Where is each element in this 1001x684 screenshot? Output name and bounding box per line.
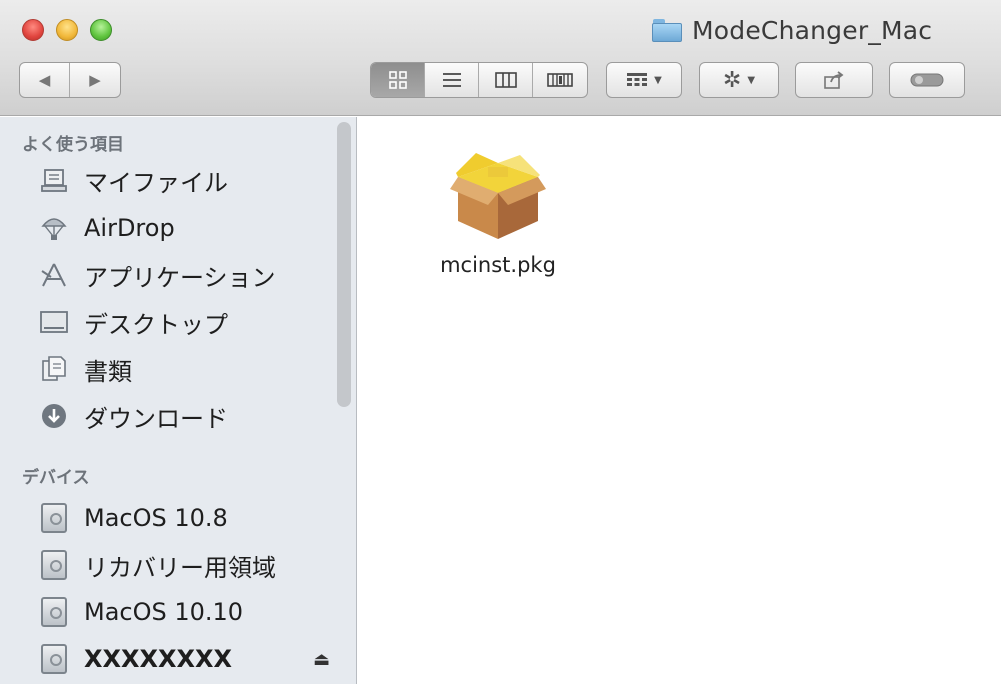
sidebar-item-label: マイファイル [84, 168, 228, 197]
back-arrow-icon: ◀ [38, 71, 51, 89]
folder-icon [652, 18, 682, 42]
finder-window: ModeChanger_Mac ◀ ▶ ▼ ✲ ▼ よく使う項目 マイファイル … [0, 0, 1001, 684]
toggle-tag-icon [910, 73, 944, 87]
sidebar-item-label: デスクトップ [84, 310, 228, 339]
file-name: mcinst.pkg [440, 253, 556, 277]
documents-icon [40, 355, 68, 383]
file-item[interactable]: mcinst.pkg [418, 135, 578, 277]
arrange-icon [627, 73, 648, 86]
nav-back-forward-control: ◀ ▶ [19, 62, 121, 98]
toolbar: ModeChanger_Mac ◀ ▶ ▼ ✲ ▼ [0, 0, 1001, 116]
sidebar-item-label: 書類 [84, 357, 132, 386]
devices-heading: デバイス [22, 468, 90, 488]
package-icon [450, 153, 546, 239]
file-browser-content: mcinst.pkg [358, 117, 1001, 684]
coverflow-view-icon [547, 73, 573, 87]
sidebar-item-label: ダウンロード [84, 404, 228, 433]
action-button[interactable]: ✲ ▼ [699, 62, 779, 98]
forward-arrow-icon: ▶ [89, 71, 101, 89]
sidebar-item-applications[interactable]: アプリケーション [40, 255, 330, 295]
sidebar-item-device[interactable]: XXXXXXXX ⏏ [40, 639, 330, 679]
icon-view-button[interactable] [371, 63, 425, 97]
tags-button[interactable] [889, 62, 965, 98]
sidebar-item-label: リカバリー用領域 [84, 553, 276, 582]
share-icon [824, 71, 844, 89]
icon-view-icon [388, 71, 407, 89]
disk-icon [40, 550, 68, 580]
coverflow-view-button[interactable] [533, 63, 587, 97]
list-view-icon [442, 73, 461, 87]
sidebar-item-label: MacOS 10.10 [84, 598, 244, 626]
back-button[interactable]: ◀ [20, 63, 70, 97]
disk-icon [40, 644, 68, 674]
gear-icon: ✲ [722, 67, 742, 93]
sidebar-item-device[interactable]: リカバリー用領域 [40, 545, 330, 585]
eject-icon[interactable]: ⏏ [313, 649, 330, 670]
list-view-button[interactable] [425, 63, 479, 97]
window-title: ModeChanger_Mac [692, 15, 933, 45]
window-title-area: ModeChanger_Mac [652, 15, 932, 45]
sidebar-item-airdrop[interactable]: AirDrop [40, 208, 330, 248]
view-mode-control [370, 62, 588, 98]
airdrop-icon [40, 214, 68, 242]
favorites-heading: よく使う項目 [22, 135, 124, 155]
column-view-button[interactable] [479, 63, 533, 97]
sidebar-item-label: AirDrop [84, 214, 175, 242]
chevron-down-icon: ▼ [747, 74, 756, 86]
sidebar-item-all-files[interactable]: マイファイル [40, 160, 330, 200]
sidebar-scrollbar[interactable] [337, 122, 351, 407]
arrange-button[interactable]: ▼ [606, 62, 682, 98]
zoom-button[interactable] [90, 19, 112, 41]
sidebar-item-label: XXXXXXXX [84, 645, 233, 673]
sidebar-item-label: MacOS 10.8 [84, 504, 228, 532]
disk-icon [40, 597, 68, 627]
chevron-down-icon: ▼ [654, 74, 662, 86]
forward-button[interactable]: ▶ [70, 63, 120, 97]
close-button[interactable] [22, 19, 44, 41]
sidebar-item-desktop[interactable]: デスクトップ [40, 302, 330, 342]
disk-icon [40, 503, 68, 533]
all-files-icon [40, 166, 68, 194]
share-button[interactable] [795, 62, 873, 98]
desktop-icon [40, 308, 68, 336]
downloads-icon [40, 402, 68, 430]
sidebar-item-device[interactable]: MacOS 10.10 [40, 592, 330, 632]
sidebar-item-label: アプリケーション [84, 263, 276, 292]
sidebar-item-documents[interactable]: 書類 [40, 349, 330, 389]
sidebar-item-device[interactable]: MacOS 10.8 [40, 498, 330, 538]
applications-icon [40, 261, 68, 289]
sidebar-item-downloads[interactable]: ダウンロード [40, 396, 330, 436]
column-view-icon [494, 72, 517, 88]
minimize-button[interactable] [56, 19, 78, 41]
sidebar: よく使う項目 マイファイル AirDrop アプリケーション デスクトップ 書類… [0, 117, 357, 684]
